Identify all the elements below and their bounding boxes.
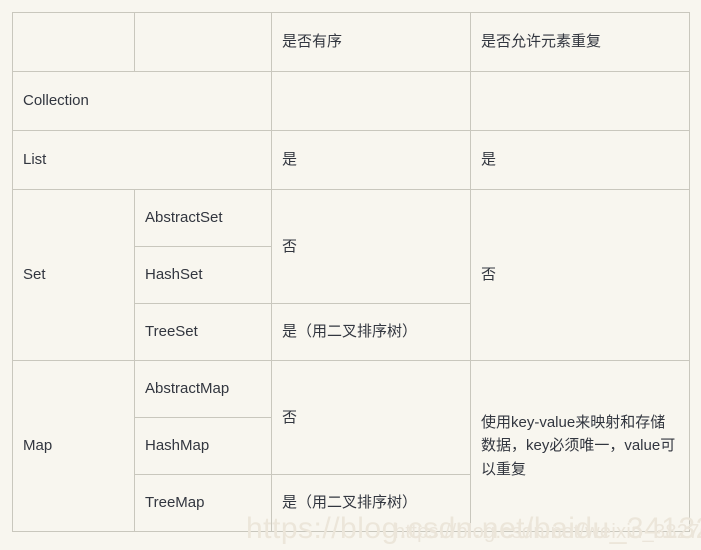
- cell-collection-ordered: [271, 71, 471, 131]
- header-cell-duplicates: 是否允许元素重复: [470, 12, 690, 72]
- table-row-abstractmap: Map AbstractMap 否 使用key-value来映射和存储数据，ke…: [12, 360, 690, 532]
- cell-map-type: Map: [12, 360, 135, 532]
- cell-treemap-ordered: 是（用二叉排序树）: [271, 474, 471, 532]
- cell-list-ordered: 是: [271, 130, 471, 190]
- cell-hashmap-impl: HashMap: [134, 417, 272, 475]
- cell-list-type: List: [12, 130, 272, 190]
- cell-map-duplicates: 使用key-value来映射和存储数据，key必须唯一，value可以重复: [470, 360, 690, 532]
- cell-abstractmap-impl: AbstractMap: [134, 360, 272, 418]
- cell-set-type: Set: [12, 189, 135, 361]
- header-cell-ordered: 是否有序: [271, 12, 471, 72]
- table-header-row: 是否有序 是否允许元素重复: [12, 12, 690, 72]
- cell-treeset-ordered: 是（用二叉排序树）: [271, 303, 471, 361]
- cell-treemap-impl: TreeMap: [134, 474, 272, 532]
- cell-treeset-impl: TreeSet: [134, 303, 272, 361]
- cell-abstractset-impl: AbstractSet: [134, 189, 272, 247]
- cell-set-ordered: 否: [271, 189, 471, 304]
- cell-collection-duplicates: [470, 71, 690, 131]
- cell-map-ordered: 否: [271, 360, 471, 475]
- table-row-abstractset: Set AbstractSet 否 否: [12, 189, 690, 361]
- cell-collection-type: Collection: [12, 71, 272, 131]
- collection-comparison-table: 是否有序 是否允许元素重复 Collection List 是 是 Set Ab…: [12, 12, 690, 532]
- header-cell-implementation: [134, 12, 272, 72]
- cell-set-duplicates: 否: [470, 189, 690, 361]
- cell-hashset-impl: HashSet: [134, 246, 272, 304]
- table-row-collection: Collection: [12, 71, 690, 131]
- header-cell-type: [12, 12, 135, 72]
- comparison-table-container: 是否有序 是否允许元素重复 Collection List 是 是 Set Ab…: [12, 12, 690, 532]
- cell-list-duplicates: 是: [470, 130, 690, 190]
- table-row-list: List 是 是: [12, 130, 690, 190]
